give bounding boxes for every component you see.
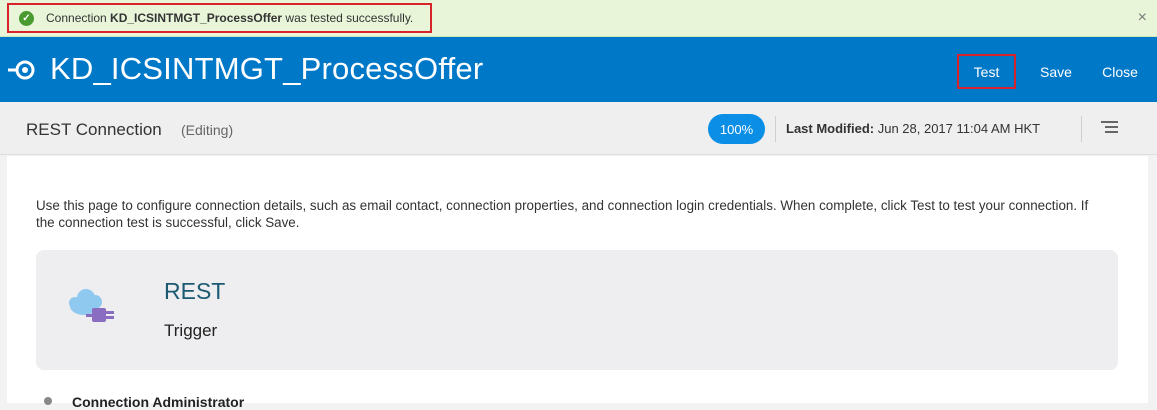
main-content: Use this page to configure connection de… [7,156,1148,410]
rest-cloud-plug-icon [69,289,114,322]
page-description: Use this page to configure connection de… [36,198,1089,230]
editing-status: (Editing) [181,122,234,138]
adapter-role: Trigger [164,321,218,340]
hamburger-menu-icon[interactable] [1101,121,1118,135]
connection-type-title: REST Connection [26,120,162,139]
sub-header: REST Connection (Editing) 100% Last Modi… [0,102,1157,155]
banner-text: Connection KD_ICSINTMGT_ProcessOffer was… [46,11,414,25]
success-banner: ✓ Connection KD_ICSINTMGT_ProcessOffer w… [0,0,1157,37]
adapter-card: REST Trigger [36,250,1118,370]
person-icon [44,397,52,405]
save-button[interactable]: Save [1032,54,1080,89]
divider [775,116,776,142]
adapter-name: REST [164,278,226,304]
success-message: ✓ Connection KD_ICSINTMGT_ProcessOffer w… [7,3,432,33]
banner-connection-name: KD_ICSINTMGT_ProcessOffer [110,11,283,25]
page-title: KD_ICSINTMGT_ProcessOffer [50,51,484,86]
connection-icon [8,60,35,80]
last-modified: Last Modified: Jun 28, 2017 11:04 AM HKT [786,121,1040,136]
close-button[interactable]: Close [1094,54,1146,89]
check-circle-icon: ✓ [19,10,34,26]
divider [1081,116,1082,142]
test-button[interactable]: Test [957,54,1016,89]
banner-close-icon[interactable]: × [1138,9,1147,27]
page-header: KD_ICSINTMGT_ProcessOffer Test Save Clos… [0,37,1157,102]
progress-badge: 100% [708,114,765,144]
last-modified-label: Last Modified: [786,121,875,136]
section-heading-admin[interactable]: Connection Administrator [72,394,244,410]
last-modified-value: Jun 28, 2017 11:04 AM HKT [874,121,1041,136]
